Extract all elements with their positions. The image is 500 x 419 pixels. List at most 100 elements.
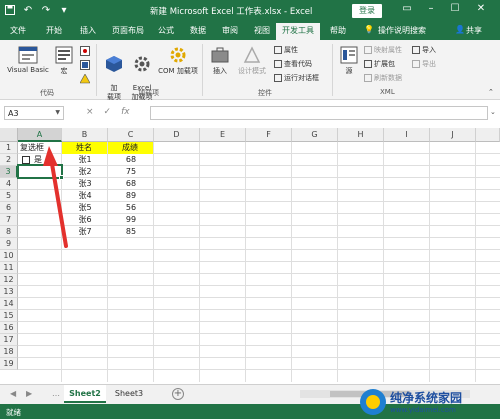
com-add-ins-label: COM 加载项	[158, 67, 198, 75]
gridline	[18, 345, 500, 346]
tell-me-search[interactable]: 操作说明搜索	[378, 25, 426, 36]
name-box[interactable]: A3 ▼	[4, 106, 64, 120]
tab-view[interactable]: 视图	[254, 25, 270, 36]
quick-access-toolbar: ↶ ↷ ▾	[4, 4, 70, 16]
view-code-label: 查看代码	[284, 60, 312, 68]
tab-data[interactable]: 数据	[190, 25, 206, 36]
row-header-19[interactable]: 19	[0, 358, 18, 370]
row-header-17[interactable]: 17	[0, 334, 18, 346]
tab-developer[interactable]: 开发工具	[276, 23, 320, 40]
map-properties-label: 映射属性	[374, 46, 402, 54]
next-sheet-icon[interactable]: ▶	[26, 389, 32, 398]
group-separator	[332, 44, 333, 96]
row-header-13[interactable]: 13	[0, 286, 18, 298]
gridline	[18, 357, 500, 358]
column-header-j[interactable]: J	[430, 128, 476, 142]
com-add-ins-button[interactable]: COM 加载项	[158, 46, 198, 76]
watermark-name: 纯净系统家园	[390, 391, 463, 405]
insert-control-button[interactable]: 插入	[208, 46, 232, 76]
refresh-data-icon	[364, 74, 372, 82]
add-ins-button[interactable]: 加 载项	[100, 46, 128, 102]
export-label: 导出	[422, 60, 436, 68]
view-code-button[interactable]: 查看代码	[274, 59, 312, 69]
tab-help[interactable]: 帮助	[330, 25, 346, 36]
share-button[interactable]: 共享	[466, 25, 482, 36]
export-button[interactable]: 导出	[412, 59, 436, 69]
sheet-tab-sheet3[interactable]: Sheet3	[108, 385, 150, 403]
cancel-icon[interactable]: ×	[86, 107, 94, 117]
column-header-i[interactable]: I	[384, 128, 430, 142]
watermark-text: 纯净系统家园 www.yidaimei.com	[390, 389, 462, 414]
map-properties-button[interactable]: 映射属性	[364, 45, 402, 55]
minimize-icon[interactable]: –	[424, 3, 438, 14]
lightbulb-icon: 💡	[364, 25, 374, 34]
column-header-e[interactable]: E	[200, 128, 246, 142]
row-header-15[interactable]: 15	[0, 310, 18, 322]
record-macro-icon	[80, 46, 90, 56]
chevron-down-icon[interactable]: ▼	[55, 109, 60, 116]
record-macro-button[interactable]	[80, 46, 90, 56]
collapse-ribbon-icon[interactable]: ⌃	[488, 88, 494, 96]
add-ins-group-label: 加载项	[138, 89, 159, 97]
expansion-packs-button[interactable]: 扩展包	[364, 59, 395, 69]
customize-qa-icon[interactable]: ▾	[58, 4, 70, 16]
add-sheet-button[interactable]: +	[172, 388, 184, 400]
column-header-f[interactable]: F	[246, 128, 292, 142]
column-header-h[interactable]: H	[338, 128, 384, 142]
redo-icon[interactable]: ↷	[40, 4, 52, 16]
more-sheets-icon[interactable]: …	[52, 389, 60, 398]
visual-basic-button[interactable]: Visual Basic	[6, 46, 50, 74]
gridline	[18, 333, 500, 334]
group-separator	[202, 44, 203, 96]
formula-input[interactable]	[150, 106, 488, 120]
gridline	[475, 142, 476, 382]
maximize-icon[interactable]: ☐	[448, 3, 462, 14]
row-header-16[interactable]: 16	[0, 322, 18, 334]
watermark-logo-icon	[360, 388, 386, 415]
enter-icon[interactable]: ✓	[104, 107, 112, 117]
macro-button[interactable]: 宏	[54, 46, 74, 76]
insert-function-icon[interactable]: fx	[121, 107, 130, 117]
column-header-partial	[476, 128, 500, 142]
run-dialog-button[interactable]: 运行对话框	[274, 73, 319, 83]
gear-icon	[134, 56, 150, 72]
com-gear-icon	[170, 47, 186, 63]
tab-page-layout[interactable]: 页面布局	[112, 25, 144, 36]
login-button[interactable]: 登录	[352, 4, 382, 18]
relative-reference-button[interactable]	[80, 60, 90, 70]
tab-insert[interactable]: 插入	[80, 25, 96, 36]
design-mode-button[interactable]: 设计模式	[234, 46, 270, 76]
expansion-packs-icon	[364, 60, 372, 68]
ribbon-display-icon[interactable]: ▭	[400, 3, 414, 14]
group-separator	[96, 44, 97, 96]
properties-button[interactable]: 属性	[274, 45, 298, 55]
sheet-tab-sheet2[interactable]: Sheet2	[64, 385, 106, 403]
gridline	[18, 369, 500, 370]
row-header-14[interactable]: 14	[0, 298, 18, 310]
insert-control-label: 插入	[213, 67, 227, 75]
row-header-18[interactable]: 18	[0, 346, 18, 358]
refresh-data-button[interactable]: 刷新数据	[364, 73, 402, 83]
xml-source-button[interactable]: 源	[338, 46, 360, 76]
refresh-data-label: 刷新数据	[374, 74, 402, 82]
prev-sheet-icon[interactable]: ◀	[10, 389, 16, 398]
macro-security-button[interactable]	[80, 74, 90, 84]
tab-file[interactable]: 文件	[10, 25, 26, 36]
gridline	[199, 142, 200, 382]
tab-review[interactable]: 审阅	[222, 25, 238, 36]
import-button[interactable]: 导入	[412, 45, 436, 55]
worksheet-grid[interactable]: A B C D E F G H I J 1 2 3 4 5 6 7 8 9 10…	[0, 128, 500, 382]
undo-icon[interactable]: ↶	[22, 4, 34, 16]
expand-formula-icon[interactable]: ⌄	[490, 108, 496, 116]
properties-icon	[274, 46, 282, 54]
column-header-g[interactable]: G	[292, 128, 338, 142]
properties-label: 属性	[284, 46, 298, 54]
column-header-d[interactable]: D	[154, 128, 200, 142]
code-group-label: 代码	[40, 89, 54, 97]
close-icon[interactable]: ✕	[474, 3, 488, 14]
row-header-12[interactable]: 12	[0, 274, 18, 286]
tab-formulas[interactable]: 公式	[158, 25, 174, 36]
toolbox-icon	[211, 47, 229, 63]
save-icon[interactable]	[4, 4, 16, 16]
tab-home[interactable]: 开始	[46, 25, 62, 36]
